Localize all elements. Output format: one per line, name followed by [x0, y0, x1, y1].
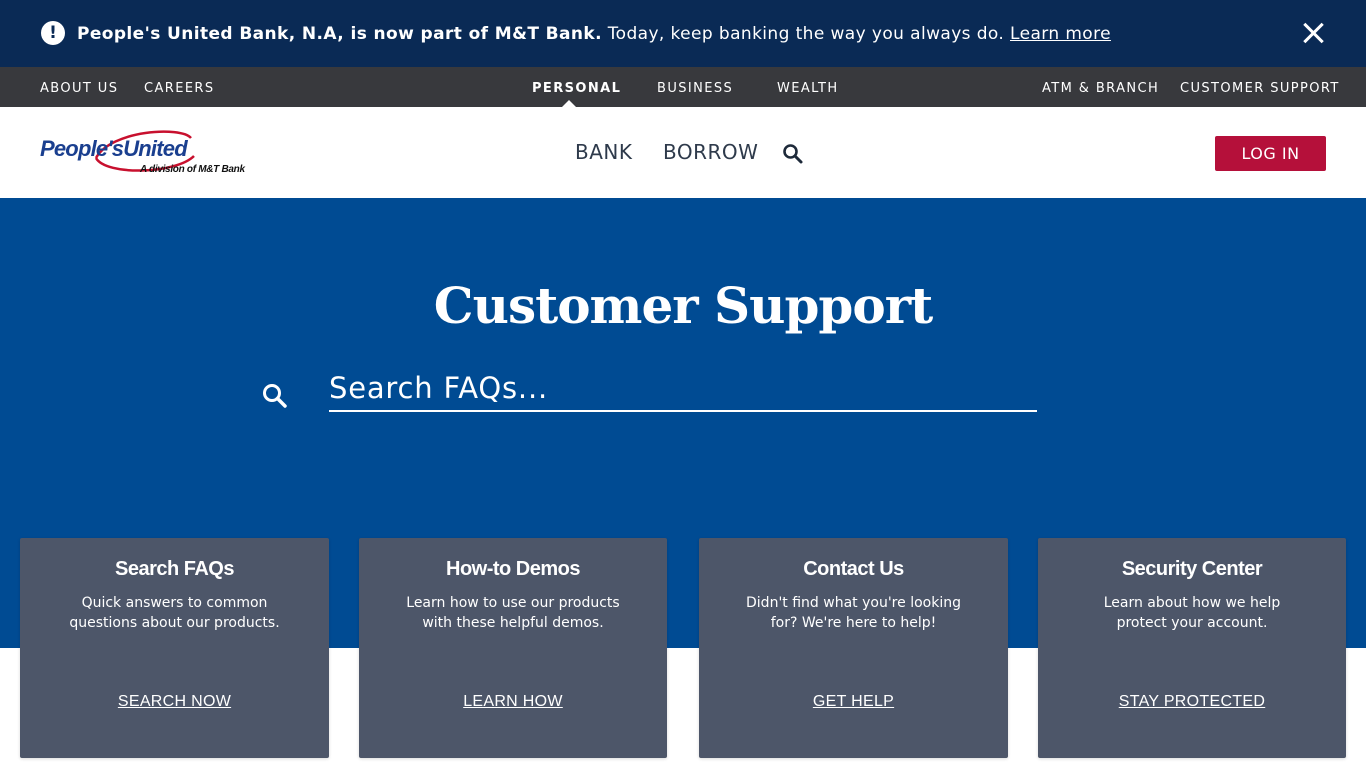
card-title: Search FAQs	[114, 558, 235, 580]
card-contact-us: Contact Us Didn't find what you're looki…	[699, 538, 1008, 758]
alert-banner: ! People's United Bank, N.A, is now part…	[0, 0, 1366, 67]
card-description: Learn how to use our products with these…	[406, 595, 620, 631]
alert-message: People's United Bank, N.A, is now part o…	[77, 24, 1111, 44]
utility-nav: ABOUT US CAREERS PERSONAL BUSINESS WEALT…	[0, 67, 1366, 107]
active-tab-caret	[562, 100, 576, 107]
card-search-faqs: Search FAQs Quick answers to common ques…	[20, 538, 329, 758]
search-icon	[263, 384, 287, 408]
nav-borrow[interactable]: BORROW	[663, 140, 758, 164]
get-help-link[interactable]: GET HELP	[699, 693, 1008, 711]
tab-business[interactable]: BUSINESS	[657, 81, 733, 96]
card-how-to-demos: How-to Demos Learn how to use our produc…	[359, 538, 667, 758]
tab-wealth[interactable]: WEALTH	[777, 81, 839, 96]
login-button[interactable]: LOG IN	[1215, 136, 1326, 171]
search-now-link[interactable]: SEARCH NOW	[20, 693, 329, 711]
card-title: Security Center	[1121, 558, 1263, 580]
card-description: Didn't find what you're looking for? We'…	[746, 595, 961, 631]
card-description: Quick answers to common questions about …	[69, 595, 280, 631]
nav-customer-support[interactable]: CUSTOMER SUPPORT	[1180, 81, 1340, 96]
alert-body-text: Today, keep banking the way you always d…	[601, 24, 1011, 44]
card-security-center: Security Center Learn about how we help …	[1038, 538, 1346, 758]
main-header: People'sUnited A division of M&T Bank BA…	[0, 107, 1366, 198]
nav-about-us[interactable]: ABOUT US	[40, 81, 118, 96]
tab-personal[interactable]: PERSONAL	[532, 81, 621, 96]
learn-more-link[interactable]: Learn more	[1010, 24, 1111, 44]
search-icon[interactable]	[782, 143, 804, 165]
card-title: Contact Us	[803, 558, 904, 580]
alert-bold-text: People's United Bank, N.A, is now part o…	[77, 24, 602, 44]
close-icon[interactable]	[1300, 20, 1326, 46]
faq-search-input[interactable]	[329, 366, 1037, 412]
logo-subtitle: A division of M&T Bank	[140, 164, 245, 175]
nav-bank[interactable]: BANK	[575, 140, 632, 164]
stay-protected-link[interactable]: STAY PROTECTED	[1038, 693, 1346, 711]
card-title: How-to Demos	[446, 558, 581, 580]
page-title: Customer Support	[433, 276, 933, 335]
learn-how-link[interactable]: LEARN HOW	[359, 693, 667, 711]
nav-careers[interactable]: CAREERS	[144, 81, 215, 96]
logo-wordmark: People'sUnited	[40, 136, 188, 161]
card-description: Learn about how we help protect your acc…	[1103, 595, 1281, 631]
exclamation-circle-icon: !	[41, 21, 65, 45]
nav-atm-branch[interactable]: ATM & BRANCH	[1042, 81, 1159, 96]
peoples-united-logo[interactable]: People'sUnited A division of M&T Bank	[38, 128, 245, 178]
